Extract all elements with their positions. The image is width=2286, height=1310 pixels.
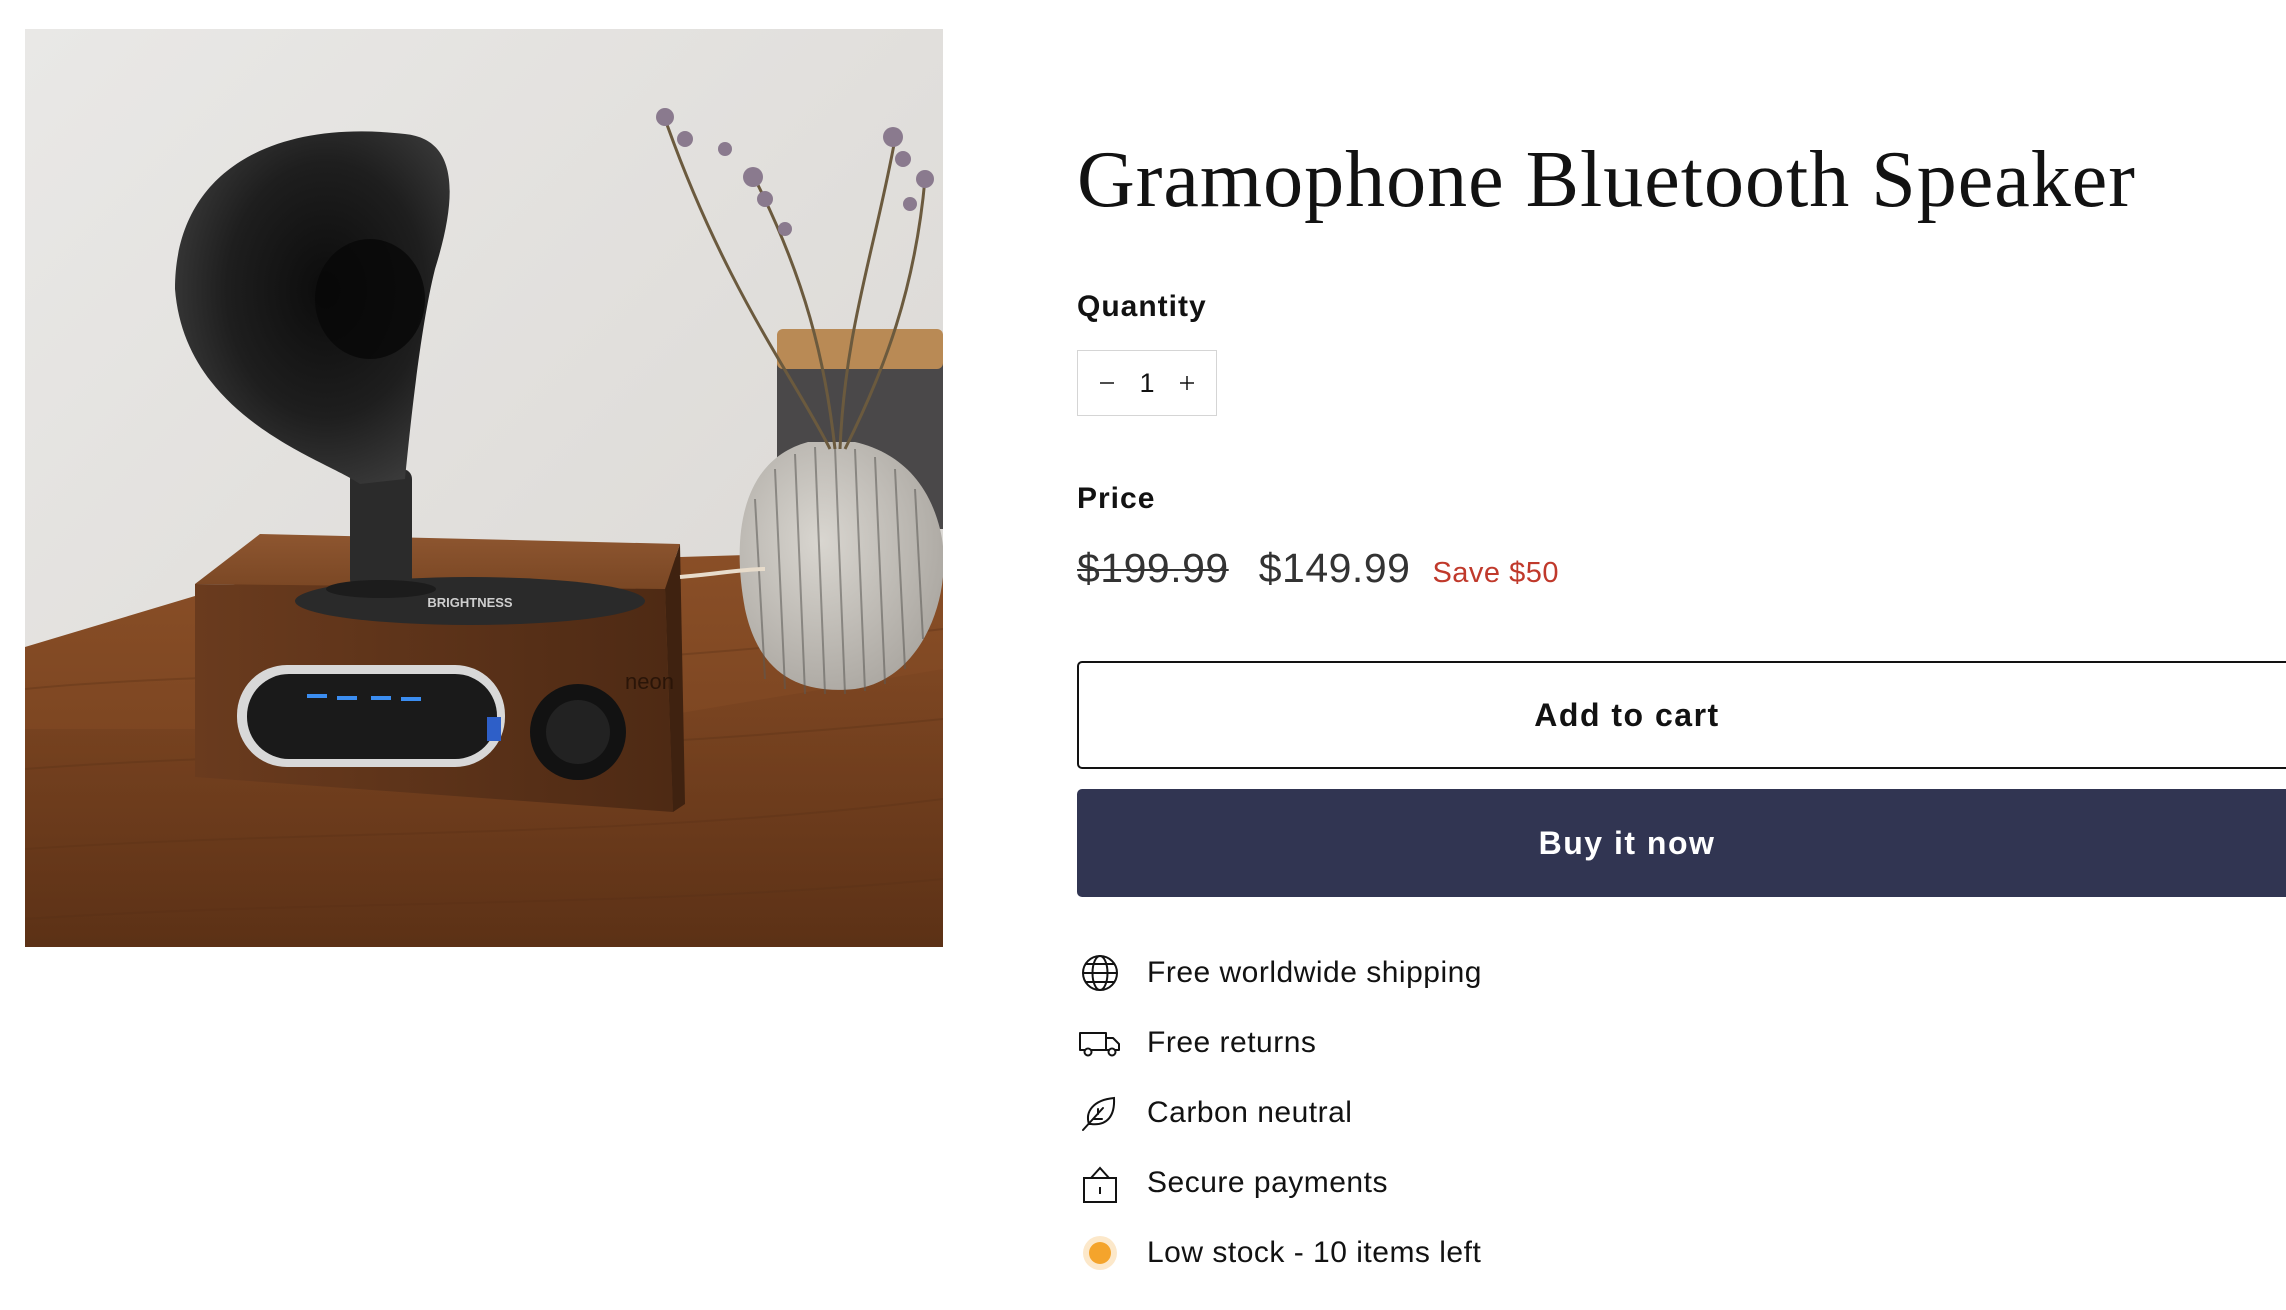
minus-icon (1100, 382, 1114, 384)
globe-icon (1077, 950, 1123, 996)
feature-item: Carbon neutral (1077, 1088, 1777, 1138)
feature-text: Carbon neutral (1147, 1096, 1353, 1129)
sale-price: $149.99 (1258, 545, 1411, 591)
feature-text: Free worldwide shipping (1147, 956, 1482, 989)
quantity-increase-button[interactable] (1170, 363, 1204, 403)
feature-text: Free returns (1147, 1026, 1317, 1059)
feature-item: Secure payments (1077, 1158, 1777, 1208)
truck-icon (1077, 1020, 1123, 1066)
compare-at-price: $199.99 (1077, 545, 1229, 591)
product-page: BRIGHTNESS neon Gramophone Bluetooth Spe… (0, 0, 2286, 1310)
speaker-brand: neon (625, 669, 674, 694)
buy-it-now-label: Buy it now (1538, 824, 1716, 861)
add-to-cart-label: Add to cart (1534, 696, 1720, 733)
product-image[interactable]: BRIGHTNESS neon (25, 29, 943, 947)
quantity-input[interactable] (1132, 367, 1162, 399)
add-to-cart-button[interactable]: Add to cart (1077, 661, 2286, 769)
save-badge: Save $50 (1432, 557, 1559, 589)
product-title: Gramophone Bluetooth Speaker (1077, 136, 2136, 224)
panel-label: BRIGHTNESS (427, 595, 513, 610)
quantity-stepper (1077, 350, 1217, 416)
lock-icon (1077, 1160, 1123, 1206)
product-info: Gramophone Bluetooth Speaker Quantity Pr… (1077, 0, 2286, 1310)
quantity-decrease-button[interactable] (1090, 363, 1124, 403)
price-block: $199.99 $149.99 Save $50 (1077, 545, 1559, 592)
stock-indicator (1089, 1242, 1111, 1264)
feature-item: Free worldwide shipping (1077, 948, 1777, 998)
leaf-icon (1077, 1090, 1123, 1136)
buy-it-now-button[interactable]: Buy it now (1077, 789, 2286, 897)
plus-icon (1180, 376, 1194, 390)
price-label: Price (1077, 482, 1156, 515)
feature-item: Low stock - 10 items left (1077, 1228, 1777, 1278)
feature-item: Free returns (1077, 1018, 1777, 1068)
feature-text: Secure payments (1147, 1166, 1388, 1199)
stock-dot-icon (1077, 1230, 1123, 1276)
stock-text: Low stock - 10 items left (1147, 1236, 1482, 1269)
quantity-label: Quantity (1077, 290, 1207, 323)
product-photo: BRIGHTNESS neon (25, 29, 943, 947)
